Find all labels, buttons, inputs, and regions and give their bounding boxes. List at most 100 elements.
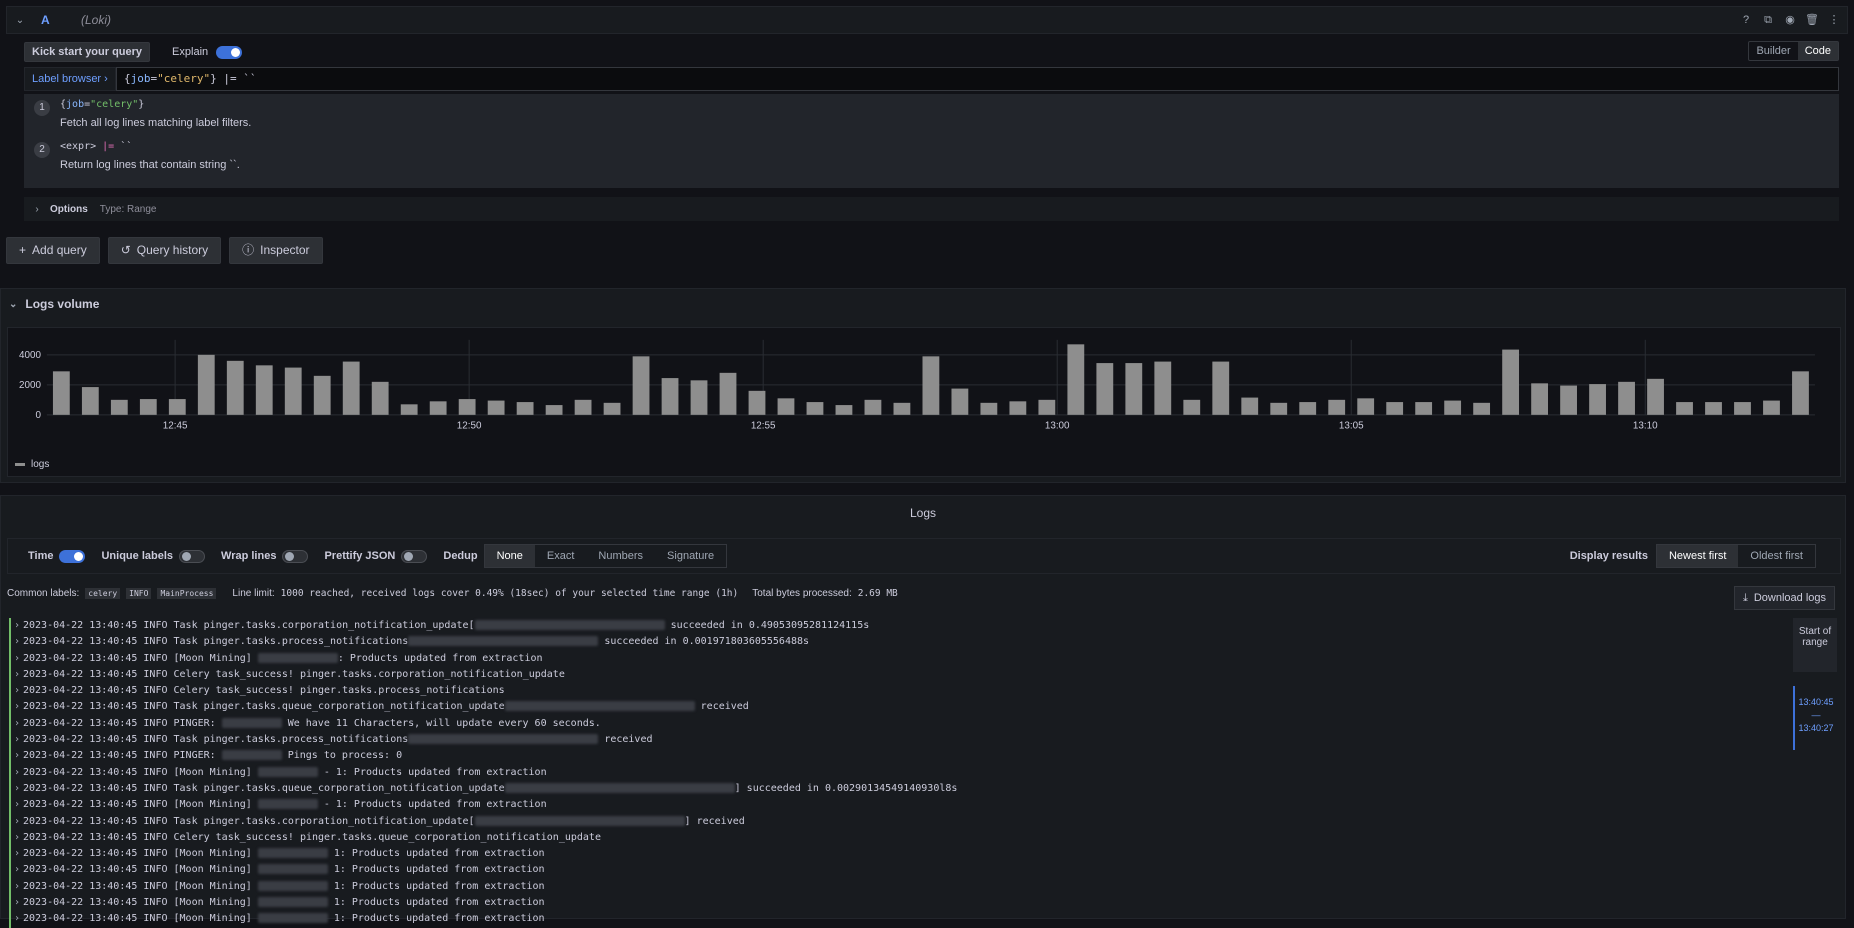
dedup-none[interactable]: None [484, 545, 535, 567]
sort-newest-first[interactable]: Newest first [1656, 545, 1739, 567]
log-line[interactable]: › 2023-04-22 13:40:45 INFO Task pinger.ta… [9, 780, 1769, 798]
log-line[interactable]: › 2023-04-22 13:40:45 INFO [Moon Mining] … [9, 650, 1769, 667]
kick-start-button[interactable]: Kick start your query [24, 42, 151, 62]
volume-bar [661, 378, 679, 415]
expand-chevron-icon[interactable]: › [14, 911, 20, 927]
expand-chevron-icon[interactable]: › [14, 716, 20, 732]
log-line[interactable]: › 2023-04-22 13:40:45 INFO Task pinger.ta… [9, 618, 1769, 635]
log-line[interactable]: › 2023-04-22 13:40:45 INFO [Moon Mining] … [9, 911, 1769, 928]
logs-volume-chart[interactable]: 02000400012:4512:5012:5513:0013:0513:101… [7, 327, 1841, 477]
step-number: 1 [34, 100, 50, 116]
expand-chevron-icon[interactable]: › [14, 781, 20, 797]
log-text: 2023-04-22 13:40:45 INFO [Moon Mining] [23, 880, 258, 892]
query-history-button[interactable]: ↺ Query history [107, 237, 222, 264]
query-row-header[interactable]: ⌄ A (Loki) ? ⧉ ◉ 🗑 ⋮ [6, 6, 1848, 34]
log-line[interactable]: › 2023-04-22 13:40:45 INFO Task pinger.ta… [9, 732, 1769, 749]
add-query-button[interactable]: + Add query [6, 237, 100, 264]
log-text: We have 11 Characters, will update every… [281, 717, 601, 729]
explain-toggle-group: Explain [172, 45, 243, 59]
expand-chevron-icon[interactable]: › [14, 862, 20, 878]
chevron-right-icon[interactable]: › [24, 204, 50, 215]
unique-labels-toggle[interactable] [179, 549, 206, 563]
x-tick-label: 13:00 [1045, 421, 1070, 432]
log-line[interactable]: › 2023-04-22 13:40:45 INFO [Moon Mining] … [9, 862, 1769, 879]
volume-bar [429, 401, 447, 415]
mode-code[interactable]: Code [1797, 42, 1838, 60]
volume-bar [893, 402, 911, 415]
duplicate-icon[interactable]: ⧉ [1761, 13, 1775, 27]
label-browser-button[interactable]: Label browser › [24, 67, 116, 91]
expand-chevron-icon[interactable]: › [14, 814, 20, 830]
eye-icon[interactable]: ◉ [1783, 13, 1797, 27]
sort-oldest-first[interactable]: Oldest first [1738, 545, 1815, 567]
collapse-chevron-icon[interactable]: ⌄ [7, 15, 33, 26]
query-code-input[interactable]: {job="celery"} |= `` [116, 67, 1839, 91]
expand-chevron-icon[interactable]: › [14, 895, 20, 911]
log-line[interactable]: › 2023-04-22 13:40:45 INFO [Moon Mining] … [9, 846, 1769, 863]
log-line[interactable]: › 2023-04-22 13:40:45 INFO Task pinger.ta… [9, 699, 1769, 716]
dedup-exact[interactable]: Exact [535, 545, 587, 567]
range-marker[interactable]: 13:40:45 — 13:40:27 [1793, 686, 1837, 750]
x-tick-label: 13:05 [1339, 421, 1364, 432]
history-icon: ↺ [120, 243, 131, 257]
range-top: 13:40:45 [1798, 697, 1834, 707]
log-text: Pings to process: 0 [281, 750, 403, 762]
log-text: - 1: Products updated from extraction [317, 766, 547, 778]
log-text: 2023-04-22 13:40:45 INFO Task pinger.tas… [23, 701, 505, 713]
query-options-row[interactable]: › Options Type: Range [24, 197, 1839, 221]
expand-chevron-icon[interactable]: › [14, 699, 20, 715]
expand-chevron-icon[interactable]: › [14, 732, 20, 748]
x-tick-label: 12:55 [751, 421, 776, 432]
inspector-button[interactable]: ⓘ Inspector [229, 237, 323, 264]
expand-chevron-icon[interactable]: › [14, 618, 20, 634]
log-line[interactable]: › 2023-04-22 13:40:45 INFO Task pinger.ta… [9, 634, 1769, 651]
legend-label: logs [31, 459, 50, 470]
expand-chevron-icon[interactable]: › [14, 797, 20, 813]
log-line[interactable]: › 2023-04-22 13:40:45 INFO PINGER: We hav… [9, 715, 1769, 733]
log-text: 2023-04-22 13:40:45 INFO Task pinger.tas… [23, 782, 505, 794]
expand-chevron-icon[interactable]: › [14, 765, 20, 781]
expand-chevron-icon[interactable]: › [14, 634, 20, 650]
log-line[interactable]: › 2023-04-22 13:40:45 INFO [Moon Mining] … [9, 797, 1769, 814]
log-text: 2023-04-22 13:40:45 INFO PINGER: [23, 750, 222, 762]
editor-toolbar: Kick start your query Explain Builder Co… [24, 40, 1839, 64]
query-ref-id[interactable]: A [33, 13, 73, 27]
redacted-text [474, 815, 685, 826]
start-of-range-button[interactable]: Start of range [1793, 618, 1837, 672]
log-text: succeeded in 0.49053095281124115s [664, 620, 870, 631]
log-line[interactable]: › 2023-04-22 13:40:45 INFO [Moon Mining] … [9, 764, 1769, 781]
volume-bar [1647, 378, 1664, 415]
drag-handle-icon[interactable]: ⋮ [1827, 13, 1841, 27]
redacted-text [221, 717, 282, 728]
mode-builder[interactable]: Builder [1749, 42, 1797, 60]
help-icon[interactable]: ? [1739, 13, 1753, 27]
log-line[interactable]: › 2023-04-22 13:40:45 INFO Celery task_su… [9, 683, 1769, 700]
trash-icon[interactable]: 🗑 [1805, 13, 1819, 27]
expand-chevron-icon[interactable]: › [14, 667, 20, 683]
dedup-signature[interactable]: Signature [655, 545, 726, 567]
prettify-json-toggle[interactable] [401, 549, 428, 563]
chevron-down-icon[interactable]: ⌄ [9, 299, 17, 310]
log-line[interactable]: › 2023-04-22 13:40:45 INFO PINGER: Pings … [9, 748, 1769, 765]
expand-chevron-icon[interactable]: › [14, 748, 20, 764]
expand-chevron-icon[interactable]: › [14, 846, 20, 862]
log-line[interactable]: › 2023-04-22 13:40:45 INFO [Moon Mining] … [9, 895, 1769, 912]
wrap-lines-toggle[interactable] [282, 549, 309, 563]
expand-chevron-icon[interactable]: › [14, 830, 20, 846]
common-label-tag: INFO [126, 588, 152, 599]
download-logs-button[interactable]: ⤓ Download logs [1733, 586, 1835, 610]
time-toggle[interactable] [59, 549, 86, 563]
log-line[interactable]: › 2023-04-22 13:40:45 INFO Task pinger.ta… [9, 813, 1769, 830]
log-line[interactable]: › 2023-04-22 13:40:45 INFO [Moon Mining] … [9, 878, 1769, 896]
dedup-numbers[interactable]: Numbers [586, 545, 655, 567]
log-line[interactable]: › 2023-04-22 13:40:45 INFO Celery task_su… [9, 829, 1769, 847]
explain-toggle[interactable] [216, 45, 243, 59]
log-line[interactable]: › 2023-04-22 13:40:45 INFO Celery task_su… [9, 666, 1769, 684]
expand-chevron-icon[interactable]: › [14, 651, 20, 667]
chart-legend[interactable]: logs [15, 459, 49, 470]
expand-chevron-icon[interactable]: › [14, 879, 20, 895]
logs-volume-header[interactable]: ⌄ Logs volume [9, 297, 99, 311]
redacted-text [257, 766, 318, 777]
expand-chevron-icon[interactable]: › [14, 683, 20, 699]
legend-swatch [15, 463, 25, 466]
